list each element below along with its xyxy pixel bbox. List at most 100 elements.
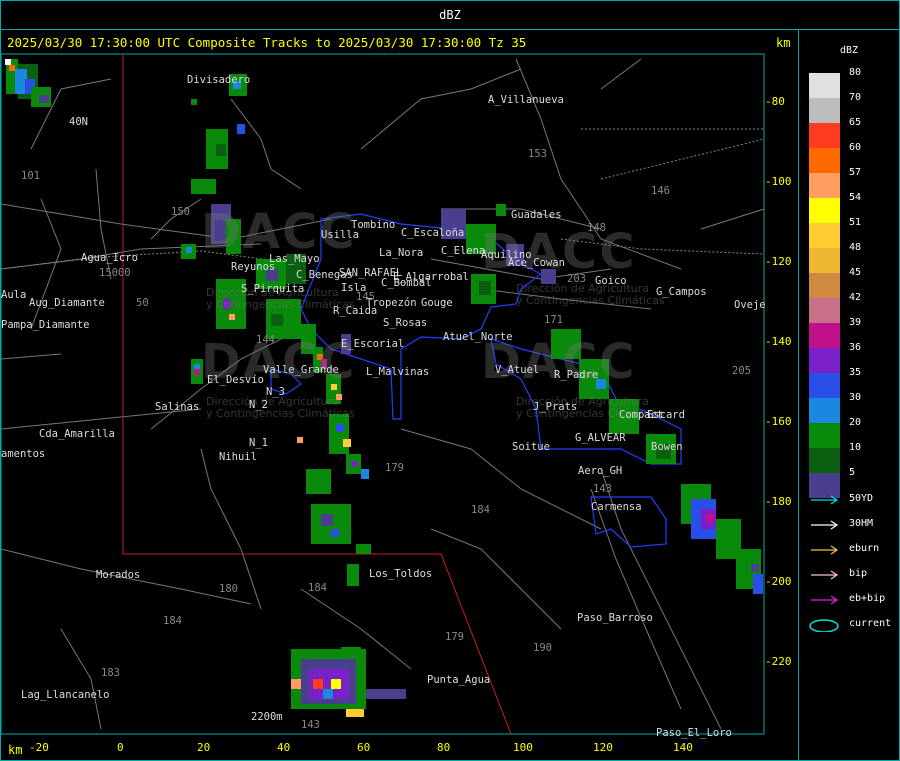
legend-bin-label: 42 <box>849 292 862 303</box>
arrow-icon <box>811 545 839 555</box>
window-title-bar: dBZ <box>1 1 899 30</box>
place-label: 145 <box>356 291 375 303</box>
place-label: 40N <box>69 116 88 128</box>
x-tick-label: 80 <box>437 741 451 754</box>
y-tick-label: -80 <box>765 95 785 108</box>
place-label: Guadales <box>511 209 562 221</box>
place-label: 180 <box>219 583 238 595</box>
legend-bin-label: 36 <box>849 342 862 353</box>
map-panel[interactable]: DACC DACC DACC DACC Dirección de Agricul… <box>1 29 799 760</box>
place-label: Punta_Agua <box>427 674 491 686</box>
legend-bin-label: 10 <box>849 442 862 453</box>
arrow-icon <box>811 595 839 605</box>
legend-swatch <box>809 273 840 298</box>
road-lines <box>1 58 765 730</box>
track-legend-item: 50YD <box>809 493 899 507</box>
place-label: 179 <box>385 462 404 474</box>
track-legend-label: 30HM <box>849 518 874 529</box>
place-label: N_2 <box>249 399 268 411</box>
y-tick-label: -180 <box>765 495 792 508</box>
legend-bin-label: 80 <box>849 67 862 78</box>
place-label: 184 <box>471 504 490 516</box>
radar-map-canvas[interactable] <box>1 29 798 760</box>
track-legend-item: 30HM <box>809 518 899 532</box>
legend-swatch <box>809 123 840 148</box>
legend-bin-label: 48 <box>849 242 862 253</box>
legend-bin-label: 20 <box>849 417 862 428</box>
place-label: N_1 <box>249 437 268 449</box>
legend-bin-label: 70 <box>849 92 862 103</box>
place-label: 184 <box>308 582 327 594</box>
place-label: J_Prats <box>533 401 578 413</box>
place-label: 143 <box>593 483 612 495</box>
place-label: R_Padre <box>554 369 599 381</box>
place-label: Nihuil <box>219 451 257 463</box>
place-label: L_Malvinas <box>366 366 430 378</box>
place-label: Bowen <box>651 441 683 453</box>
legend-swatch <box>809 398 840 423</box>
place-label: 150 <box>171 206 190 218</box>
place-label: Soitue <box>512 441 550 453</box>
track-legend-label: 50YD <box>849 493 874 504</box>
place-label: El_Desvío <box>207 374 264 386</box>
place-label: Paso_El_Loro <box>656 727 732 739</box>
legend-swatch <box>809 198 840 223</box>
arrow-icon <box>811 495 839 505</box>
place-label: Morados <box>96 569 141 581</box>
place-label: 15000 <box>99 267 131 279</box>
place-label: Pampa_Diamante <box>1 319 90 331</box>
place-label: C_Elena <box>441 245 486 257</box>
legend-bin-label: 39 <box>849 317 862 328</box>
place-label: C_Bombal <box>381 277 432 289</box>
x-tick-label: 120 <box>593 741 613 754</box>
place-label: Aug_Diamante <box>29 297 105 309</box>
place-label: Oveje <box>734 299 766 311</box>
x-tick-label: 60 <box>357 741 371 754</box>
watermark-text: Dirección de Agricultura y Contingencias … <box>206 395 355 420</box>
map-title: 2025/03/30 17:30:00 UTC Composite Tracks… <box>7 35 527 50</box>
legend-bin-label: 54 <box>849 192 862 203</box>
place-label: 101 <box>21 170 40 182</box>
place-label: Ace_Cowan <box>508 257 565 269</box>
track-legend-label: eb+bip <box>849 593 886 604</box>
legend-swatch <box>809 73 840 98</box>
place-label: 50 <box>136 297 149 309</box>
ellipse-icon <box>809 619 839 632</box>
place-label: Salinas <box>155 401 200 413</box>
place-label: 153 <box>528 148 547 160</box>
y-axis-unit: km <box>776 36 791 50</box>
legend-swatch <box>809 423 840 448</box>
place-label: 190 <box>533 642 552 654</box>
place-label: Goico <box>595 275 627 287</box>
echo-cluster-south <box>291 647 406 717</box>
place-label: V_Atuel <box>495 364 540 376</box>
legend-swatch <box>809 348 840 373</box>
place-label: N_3 <box>266 386 285 398</box>
place-label: 144 <box>256 334 275 346</box>
window-title: dBZ <box>439 8 461 22</box>
legend-swatch <box>809 298 840 323</box>
place-label: Las_Mayo <box>269 253 320 265</box>
legend-bin-label: 60 <box>849 142 862 153</box>
place-label: G_ALVEAR <box>575 432 626 444</box>
place-label: S_Rosas <box>383 317 428 329</box>
legend-bin-label: 57 <box>849 167 862 178</box>
place-label: 171 <box>544 314 563 326</box>
place-label: 143 <box>301 719 320 731</box>
echo-cluster-north-west <box>5 59 51 107</box>
x-tick-label: -20 <box>29 741 49 754</box>
legend-bin-label: 45 <box>849 267 862 278</box>
y-tick-label: -120 <box>765 255 792 268</box>
x-axis-unit: km <box>8 743 23 757</box>
place-label: Usilla <box>321 229 359 241</box>
legend-swatch <box>809 148 840 173</box>
place-label: 2200m <box>251 711 283 723</box>
x-tick-label: 0 <box>117 741 124 754</box>
legend-swatch <box>809 373 840 398</box>
y-tick-label: -200 <box>765 575 792 588</box>
x-tick-label: 100 <box>513 741 533 754</box>
place-label: Valle_Grande <box>263 364 339 376</box>
legend-swatch <box>809 223 840 248</box>
legend-bin-label: 35 <box>849 367 862 378</box>
place-label: Aero_GH <box>578 465 623 477</box>
